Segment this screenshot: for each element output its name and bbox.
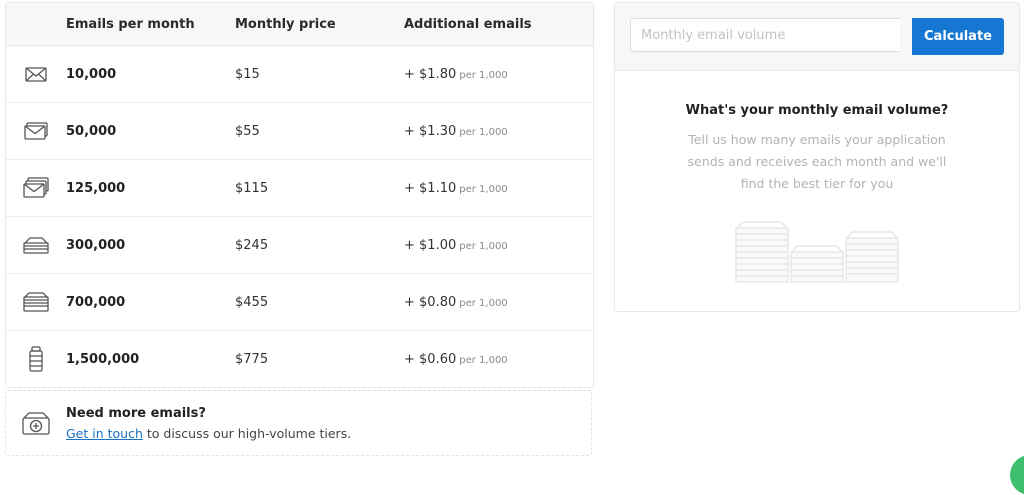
additional-value: + $0.60 per 1,000 <box>404 351 508 367</box>
additional-value: + $0.80 per 1,000 <box>404 294 508 310</box>
additional-value: + $1.10 per 1,000 <box>404 180 508 196</box>
price-value: $245 <box>235 237 269 253</box>
envelope-icon <box>6 65 66 83</box>
emails-value: 50,000 <box>66 123 117 139</box>
table-row: 700,000 $455 + $0.80 per 1,000 <box>6 274 593 331</box>
emails-value: 1,500,000 <box>66 351 140 367</box>
emails-value: 700,000 <box>66 294 126 310</box>
envelope-stack-medium-icon <box>6 177 66 199</box>
table-row: 125,000 $115 + $1.10 per 1,000 <box>6 160 593 217</box>
price-value: $115 <box>235 180 269 196</box>
calculator-description: Tell us how many emails your application… <box>687 132 947 191</box>
header-emails-per-month: Emails per month <box>66 16 195 32</box>
need-more-title: Need more emails? <box>66 405 206 421</box>
mailbox-plus-icon <box>6 410 66 436</box>
pricing-table: Emails per month Monthly price Additiona… <box>5 2 594 388</box>
price-value: $455 <box>235 294 269 310</box>
table-row: 1,500,000 $775 + $0.60 per 1,000 <box>6 331 593 387</box>
calculator-form: Calculate <box>615 3 1019 71</box>
need-more-text: Get in touch to discuss our high-volume … <box>66 425 352 441</box>
table-row: 10,000 $15 + $1.80 per 1,000 <box>6 46 593 103</box>
chat-launcher-button[interactable] <box>1010 455 1024 495</box>
emails-value: 300,000 <box>66 237 126 253</box>
envelope-stacks-illustration <box>735 220 900 288</box>
monthly-volume-input[interactable] <box>630 18 900 52</box>
envelope-box-icon <box>6 291 66 313</box>
calculator-heading: What's your monthly email volume? <box>685 103 949 118</box>
price-value: $15 <box>235 66 260 82</box>
header-monthly-price: Monthly price <box>235 16 336 32</box>
additional-value: + $1.80 per 1,000 <box>404 66 508 82</box>
additional-value: + $1.00 per 1,000 <box>404 237 508 253</box>
price-value: $775 <box>235 351 269 367</box>
emails-value: 10,000 <box>66 66 117 82</box>
header-additional-emails: Additional emails <box>404 16 532 32</box>
table-header: Emails per month Monthly price Additiona… <box>6 3 593 46</box>
price-value: $55 <box>235 123 260 139</box>
emails-value: 125,000 <box>66 180 126 196</box>
table-row: 300,000 $245 + $1.00 per 1,000 <box>6 217 593 274</box>
envelope-tray-icon <box>6 235 66 255</box>
additional-value: + $1.30 per 1,000 <box>404 123 508 139</box>
need-more-emails-card: Need more emails? Get in touch to discus… <box>5 390 592 456</box>
mail-container-icon <box>6 345 66 373</box>
envelope-stack-small-icon <box>6 121 66 141</box>
table-row: 50,000 $55 + $1.30 per 1,000 <box>6 103 593 160</box>
get-in-touch-link[interactable]: Get in touch <box>66 426 143 441</box>
calculate-button[interactable]: Calculate <box>912 18 1004 55</box>
volume-calculator: Calculate What's your monthly email volu… <box>614 2 1020 312</box>
